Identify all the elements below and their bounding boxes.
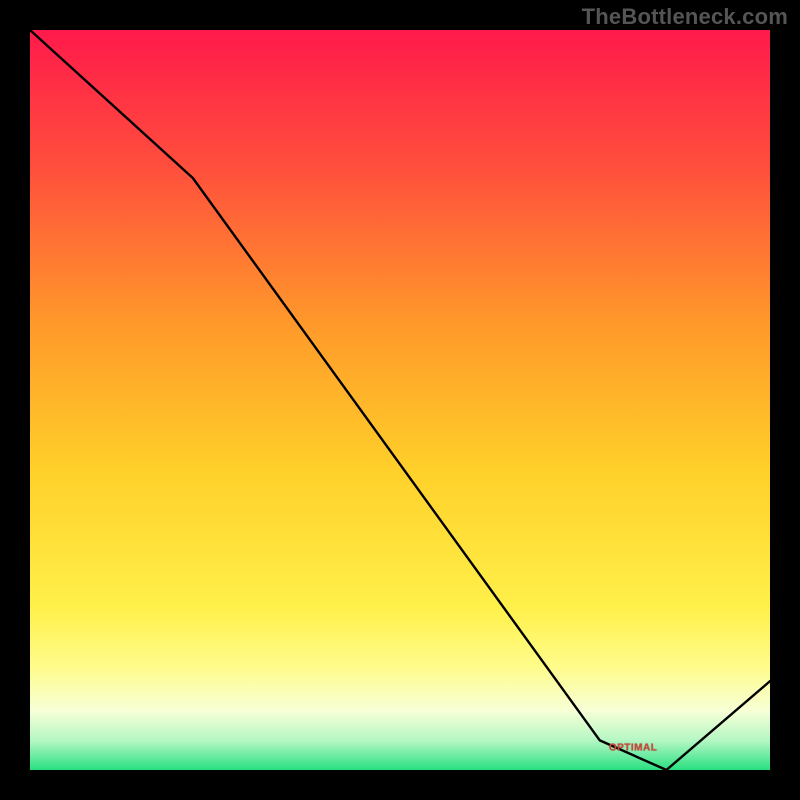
gradient-backdrop: [30, 30, 770, 770]
watermark-text: TheBottleneck.com: [582, 4, 788, 30]
plot-area: OPTIMAL: [30, 30, 770, 770]
chart-svg: [30, 30, 770, 770]
chart-frame: TheBottleneck.com OPTIMAL: [0, 0, 800, 800]
optimal-annotation: OPTIMAL: [609, 742, 658, 753]
